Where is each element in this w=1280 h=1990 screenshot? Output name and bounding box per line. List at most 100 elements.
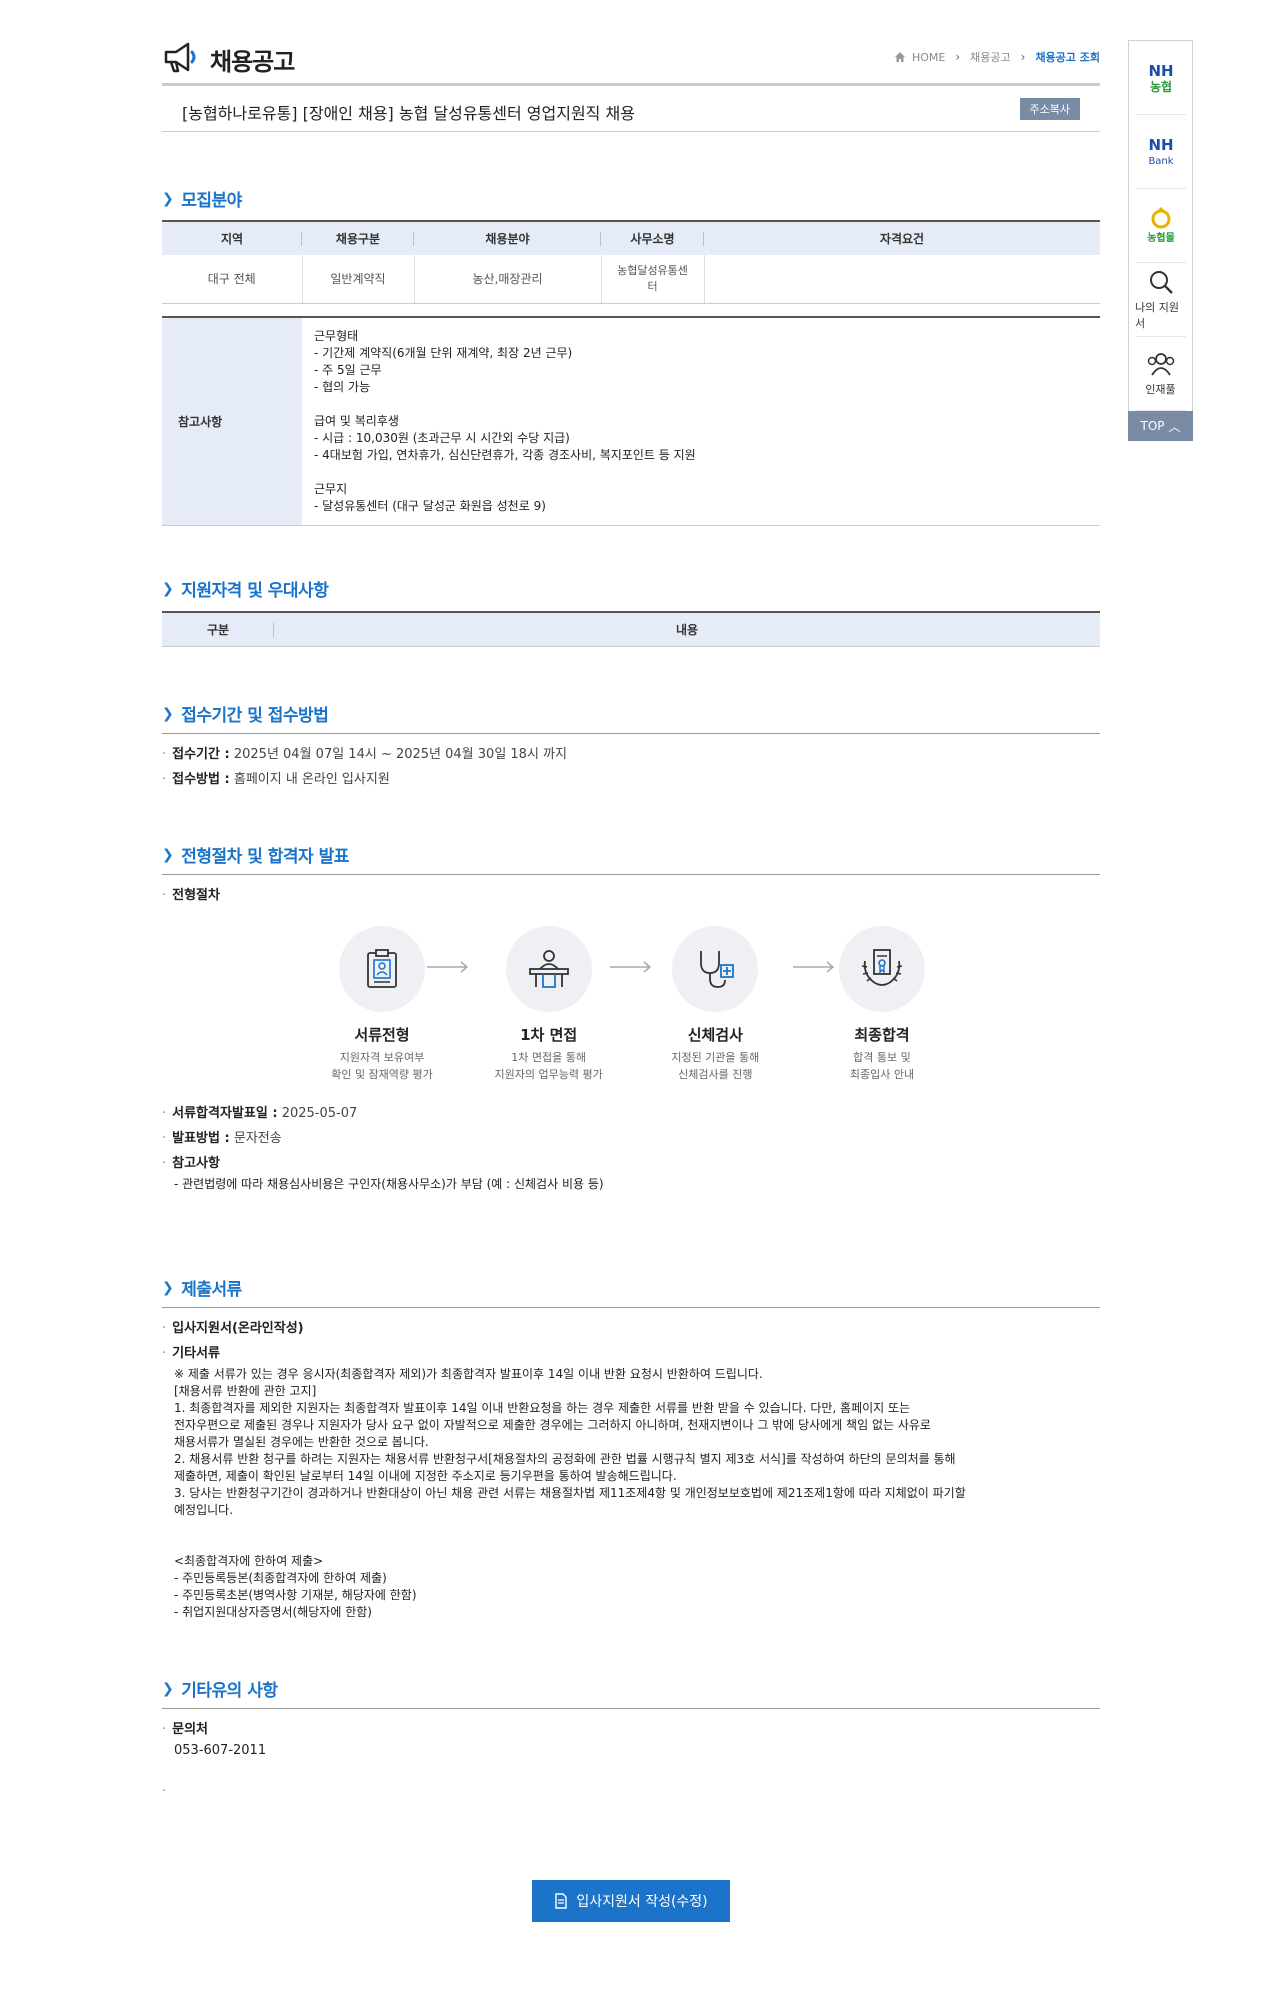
- contact-value: 053-607-2011: [174, 1743, 267, 1758]
- step-title: 최종합격: [854, 1026, 910, 1044]
- breadcrumb-recruit[interactable]: 채용공고: [970, 49, 1010, 65]
- quick-my-application[interactable]: 나의 지원서: [1135, 263, 1186, 337]
- process-sub-label: · 전형절차: [162, 888, 220, 903]
- divider: [162, 1307, 1100, 1308]
- breadcrumb-current[interactable]: 채용공고 조회: [1035, 49, 1100, 65]
- chevron-right-icon: ❯: [162, 705, 174, 722]
- nh-mall-logo-icon: 농협몰: [1147, 206, 1175, 244]
- document-item: · 기타서류: [162, 1346, 220, 1361]
- chevron-right-icon: ❯: [162, 846, 174, 863]
- interview-icon: [528, 950, 569, 988]
- quick-nh-bank[interactable]: NH Bank: [1135, 115, 1186, 189]
- page-content: 채용공고 HOME › 채용공고 › 채용공고 조회 [농협하나로유통] [장애…: [162, 0, 1100, 1922]
- chevron-up-icon: ︿: [1168, 419, 1181, 434]
- step-document: 서류전형 지원자격 보유여부 확인 및 잠재역량 평가: [312, 926, 452, 1083]
- section-process-title: ❯ 전형절차 및 합격자 발표: [162, 846, 349, 868]
- column-header: 사무소명: [601, 221, 704, 255]
- column-header: 채용구분: [302, 221, 414, 255]
- job-title: [농협하나로유통] [장애인 채용] 농협 달성유통센터 영업지원직 채용: [182, 104, 635, 123]
- table-cell: [704, 255, 1100, 304]
- step-desc: 1차 면접을 통해 지원자의 업무능력 평가: [494, 1051, 603, 1081]
- chevron-right-icon: ›: [1020, 50, 1026, 64]
- scroll-top-button[interactable]: TOP ︿: [1128, 411, 1193, 441]
- section-period-title: ❯ 접수기간 및 접수방법: [162, 705, 329, 727]
- period-line: · 접수기간 : 2025년 04월 07일 14시 ~ 2025년 04월 30…: [162, 747, 567, 762]
- qualification-table: 구분 내용: [162, 611, 1100, 647]
- arrow-right-icon: [427, 961, 469, 973]
- chevron-right-icon: ❯: [162, 580, 174, 597]
- quick-nh-mall[interactable]: 농협몰: [1135, 189, 1186, 263]
- step-interview: 1차 면접 1차 면접을 통해 지원자의 업무능력 평가: [479, 926, 619, 1083]
- quick-talent-pool[interactable]: 인재풀: [1135, 337, 1186, 411]
- announce-info: · 서류합격자발표일 : 2025-05-07 · 발표방법 : 문자전송 · 참고사…: [162, 1101, 604, 1193]
- document-edit-icon: [555, 1893, 568, 1909]
- method-line: · 접수방법 : 홈페이지 내 온라인 입사지원: [162, 772, 390, 787]
- megaphone-icon: [164, 42, 196, 73]
- document-icon: [367, 949, 397, 988]
- announce-line: · 서류합격자발표일 : 2025-05-07: [162, 1106, 358, 1121]
- step-desc: 지원자격 보유여부 확인 및 잠재역량 평가: [331, 1051, 433, 1081]
- column-header: 자격요건: [704, 221, 1100, 255]
- ref-line: · 참고사항: [162, 1156, 220, 1171]
- breadcrumb: HOME › 채용공고 › 채용공고 조회: [894, 49, 1100, 65]
- svg-text:Bank: Bank: [1148, 156, 1173, 167]
- table-cell: 농협달성유통센 터: [601, 255, 705, 304]
- section-etc-title: ❯ 기타유의 사항: [162, 1680, 278, 1702]
- section-qualification-title: ❯ 지원자격 및 우대사항: [162, 580, 329, 602]
- period-info: · 접수기간 : 2025년 04월 07일 14시 ~ 2025년 04월 30…: [162, 742, 567, 792]
- step-medical: 신체검사 지정된 기관을 통해 신체검사를 진행: [645, 926, 785, 1083]
- nh-bank-logo-icon: NH Bank: [1148, 136, 1173, 167]
- job-title-bar: [농협하나로유통] [장애인 채용] 농협 달성유통센터 영업지원직 채용 주소…: [162, 86, 1100, 132]
- page-title: 채용공고: [210, 48, 295, 76]
- contact-info: · 문의처 053-607-2011 ·: [162, 1717, 266, 1804]
- search-icon: [1149, 270, 1173, 294]
- people-icon: [1147, 352, 1174, 376]
- page-header: 채용공고 HOME › 채용공고 › 채용공고 조회: [162, 0, 1100, 86]
- notice-method-line: · 발표방법 : 문자전송: [162, 1131, 282, 1146]
- section-documents-title: ❯ 제출서류: [162, 1279, 242, 1301]
- svg-text:NH: NH: [1148, 136, 1173, 154]
- document-item: · 입사지원서(온라인작성): [162, 1321, 304, 1336]
- notes-label: 참고사항: [162, 317, 302, 526]
- process-steps: 서류전형 지원자격 보유여부 확인 및 잠재역량 평가 1차 면접 1차 면접을…: [312, 926, 952, 1083]
- step-final: 최종합격 합격 통보 및 최종입사 안내: [812, 926, 952, 1083]
- svg-text:NH: NH: [1148, 62, 1173, 80]
- documents-text: ※ 제출 서류가 있는 경우 응시자(최종합격자 제외)가 최종합격자 발표이후…: [174, 1367, 966, 1619]
- step-title: 신체검사: [687, 1026, 743, 1044]
- quick-menu: NH 농협 NH Bank 농협몰 나의 지원서 인재풀 TOP ︿: [1128, 40, 1193, 441]
- quick-nh-nonghyup[interactable]: NH 농협: [1135, 41, 1186, 115]
- copy-address-button[interactable]: 주소복사: [1019, 98, 1080, 120]
- contact-label-line: · 문의처: [162, 1722, 209, 1737]
- divider: [162, 1708, 1100, 1709]
- column-header: 지역: [162, 221, 302, 255]
- step-title: 1차 면접: [520, 1026, 578, 1044]
- arrow-right-icon: [610, 961, 652, 973]
- notes-table: 참고사항 근무형태 - 기간제 계약직(6개월 단위 재계약, 최장 2년 근무…: [162, 316, 1100, 526]
- apply-form-button[interactable]: 입사지원서 작성(수정): [532, 1880, 730, 1922]
- divider: [162, 874, 1100, 875]
- breadcrumb-home[interactable]: HOME: [912, 51, 945, 64]
- section-recruit-title: ❯ 모집분야: [162, 190, 242, 212]
- arrow-right-icon: [793, 961, 835, 973]
- chevron-right-icon: ❯: [162, 1680, 174, 1697]
- table-row: 대구 전체 일반계약직 농산,매장관리 농협달성유통센 터: [162, 255, 1100, 304]
- table-cell: 농산,매장관리: [414, 255, 602, 304]
- empty-bullet: ·: [162, 1784, 167, 1799]
- ref-content: - 관련법령에 따라 채용심사비용은 구인자(채용사무소)가 부담 (예 : 신…: [174, 1177, 604, 1191]
- chevron-right-icon: ❯: [162, 1279, 174, 1296]
- table-cell: 대구 전체: [162, 255, 303, 304]
- recruit-table: 지역 채용구분 채용분야 사무소명 자격요건 대구 전체 일반계약직 농산,매장…: [162, 220, 1100, 304]
- svg-text:농협몰: 농협몰: [1147, 231, 1175, 244]
- table-cell: 일반계약직: [302, 255, 415, 304]
- step-title: 서류전형: [354, 1026, 410, 1044]
- certificate-icon: [861, 949, 903, 986]
- column-header: 내용: [274, 612, 1100, 646]
- chevron-right-icon: ❯: [162, 190, 174, 207]
- chevron-right-icon: ›: [955, 50, 961, 64]
- svg-text:농협: 농협: [1149, 79, 1171, 94]
- step-desc: 합격 통보 및 최종입사 안내: [849, 1051, 915, 1081]
- step-desc: 지정된 기관을 통해 신체검사를 진행: [671, 1051, 760, 1081]
- nh-nonghyup-logo-icon: NH 농협: [1148, 62, 1173, 94]
- column-header: 구분: [162, 612, 274, 646]
- divider: [162, 733, 1100, 734]
